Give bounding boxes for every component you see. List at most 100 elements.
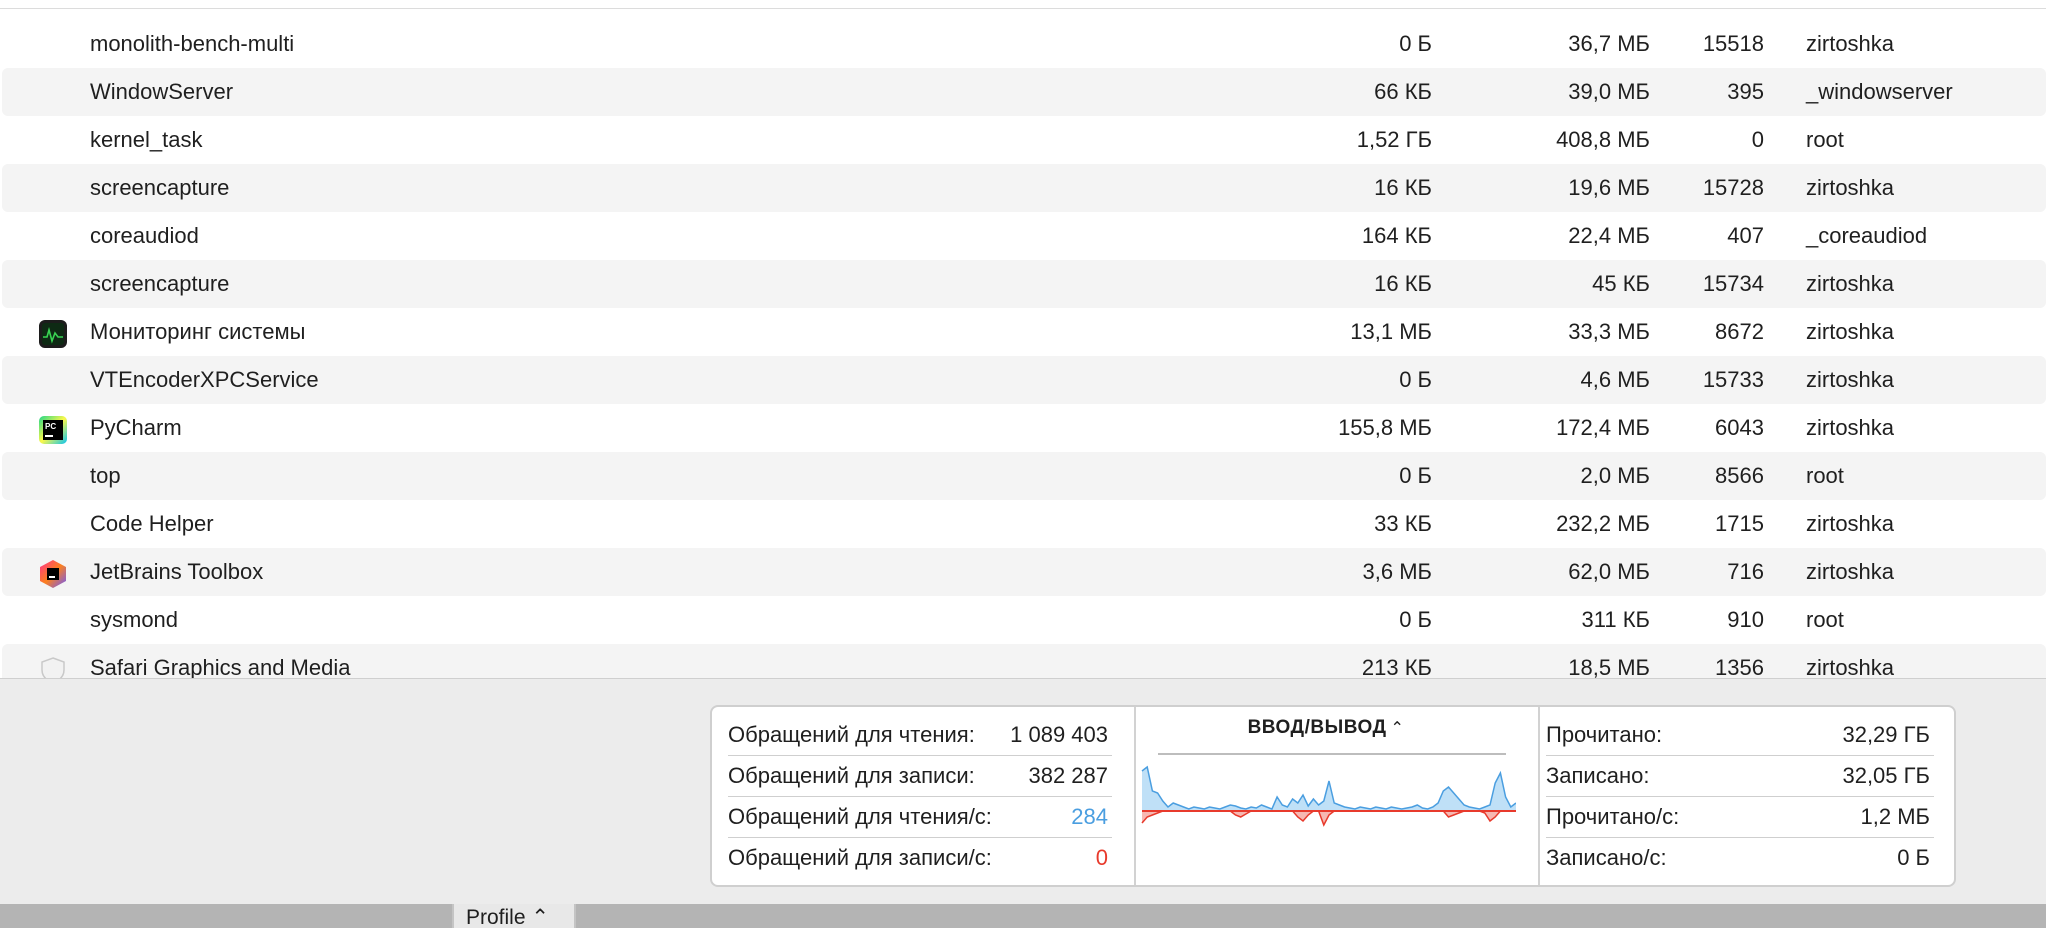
stat-label: Обращений для записи/с:	[728, 845, 992, 870]
stat-row-written-total: Записано: 32,05 ГБ	[1546, 756, 1934, 797]
process-name: Code Helper	[90, 511, 214, 536]
user: root	[1806, 127, 1844, 152]
stat-row-writes-per-sec: Обращений для записи/с: 0	[728, 838, 1112, 878]
bytes-written: 0 Б	[1399, 31, 1432, 56]
bytes-written: 66 КБ	[1374, 79, 1432, 104]
table-row[interactable]: VTEncoderXPCService 0 Б 4,6 МБ 15733 zirtosh…	[2, 356, 2046, 404]
stat-value: 1 089 403	[1010, 722, 1108, 747]
window-bottom-bar	[0, 904, 2046, 928]
pid: 1356	[1715, 655, 1764, 680]
table-row[interactable]: PC PyCharm 155,8 МБ 172,4 МБ 6043 zirtoshka	[2, 404, 2046, 452]
user: root	[1806, 463, 1844, 488]
user: zirtoshka	[1806, 655, 1895, 680]
bytes-read: 408,8 МБ	[1556, 127, 1650, 152]
table-row[interactable]: coreaudiod 164 КБ 22,4 МБ 407 _coreaudiod	[2, 212, 2046, 260]
bytes-written: 1,52 ГБ	[1356, 127, 1432, 152]
stat-value: 0	[1095, 845, 1108, 870]
table-row[interactable]: sysmond 0 Б 311 КБ 910 root	[2, 596, 2046, 644]
process-name: Мониторинг системы	[90, 319, 306, 344]
divider	[1538, 707, 1540, 885]
process-name: monolith-bench-multi	[90, 31, 295, 56]
stat-row-read-total: Прочитано: 32,29 ГБ	[1546, 715, 1934, 756]
bytes-read: 232,2 МБ	[1556, 511, 1650, 536]
table-row[interactable]: kernel_task 1,52 ГБ 408,8 МБ 0 root	[2, 116, 2046, 164]
io-graph: ВВОД/ВЫВОД ⌃	[1136, 707, 1516, 885]
table-row[interactable]: top 0 Б 2,0 МБ 8566 root	[2, 452, 2046, 500]
bytes-written: 16 КБ	[1374, 175, 1432, 200]
bytes-written: 155,8 МБ	[1338, 415, 1432, 440]
safari-shield-icon	[38, 655, 68, 680]
bytes-read: 19,6 МБ	[1568, 175, 1650, 200]
bytes-written: 213 КБ	[1361, 655, 1432, 680]
stat-label: Обращений для записи:	[728, 763, 975, 788]
bytes-written: 0 Б	[1399, 367, 1432, 392]
pid: 910	[1727, 607, 1764, 632]
bytes-written: 13,1 МБ	[1350, 319, 1432, 344]
stat-label: Прочитано/с:	[1546, 804, 1680, 829]
table-row[interactable]: JetBrains Toolbox 3,6 МБ 62,0 МБ 716 zirtosh…	[2, 548, 2046, 596]
user: zirtoshka	[1806, 175, 1895, 200]
bytes-written: 0 Б	[1399, 607, 1432, 632]
jetbrains-toolbox-icon	[38, 559, 68, 589]
process-name: coreaudiod	[90, 223, 199, 248]
pid: 395	[1727, 79, 1764, 104]
activity-monitor-icon	[38, 319, 68, 349]
user: zirtoshka	[1806, 271, 1895, 296]
bytes-read: 311 КБ	[1581, 607, 1650, 632]
stat-label: Прочитано:	[1546, 722, 1663, 747]
disk-stats-box: Обращений для чтения: 1 089 403 Обращени…	[710, 705, 1956, 887]
process-name: Safari Graphics and Media	[90, 655, 351, 680]
user: _windowserver	[1806, 79, 1953, 104]
bytes-written: 0 Б	[1399, 463, 1432, 488]
table-row[interactable]: screencapture 16 КБ 19,6 МБ 15728 zirtoshka	[2, 164, 2046, 212]
process-name: PyCharm	[90, 415, 182, 440]
process-name: screencapture	[90, 271, 230, 296]
stat-value: 0 Б	[1897, 845, 1930, 870]
pycharm-icon: PC	[38, 415, 68, 445]
graph-mode-selector[interactable]: ВВОД/ВЫВОД ⌃	[1136, 717, 1516, 739]
process-name: WindowServer	[90, 79, 234, 104]
user: zirtoshka	[1806, 511, 1895, 536]
process-name: top	[90, 463, 121, 488]
pid: 716	[1727, 559, 1764, 584]
pid: 0	[1751, 127, 1764, 152]
bytes-written: 164 КБ	[1361, 223, 1432, 248]
user: _coreaudiod	[1806, 223, 1928, 248]
bytes-written: 3,6 МБ	[1362, 559, 1432, 584]
pid: 8672	[1715, 319, 1764, 344]
table-row[interactable]: Мониторинг системы 13,1 МБ 33,3 МБ 8672 zirt…	[2, 308, 2046, 356]
table-row[interactable]: Code Helper 33 КБ 232,2 МБ 1715 zirtoshka	[2, 500, 2046, 548]
bottom-stats-panel: Обращений для чтения: 1 089 403 Обращени…	[0, 678, 2046, 913]
user: zirtoshka	[1806, 559, 1895, 584]
pid: 6043	[1715, 415, 1764, 440]
stat-value: 32,05 ГБ	[1842, 763, 1930, 788]
profile-button[interactable]: Profile ⌃	[452, 904, 576, 928]
bytes-written: 33 КБ	[1374, 511, 1432, 536]
bytes-read: 45 КБ	[1592, 271, 1650, 296]
pid: 15733	[1702, 367, 1764, 392]
bytes-read: 62,0 МБ	[1568, 559, 1650, 584]
user: zirtoshka	[1806, 319, 1895, 344]
process-name: kernel_task	[90, 127, 203, 152]
bytes-read: 4,6 МБ	[1580, 367, 1650, 392]
stat-row-read-per-sec: Прочитано/с: 1,2 МБ	[1546, 797, 1934, 838]
pid: 407	[1727, 223, 1764, 248]
process-name: sysmond	[90, 607, 179, 632]
svg-text:PC: PC	[45, 422, 56, 431]
pid: 8566	[1715, 463, 1764, 488]
io-chart	[1141, 765, 1516, 827]
bytes-read: 22,4 МБ	[1568, 223, 1650, 248]
stat-value: 1,2 МБ	[1860, 804, 1930, 829]
pid: 15518	[1702, 31, 1764, 56]
stat-label: Записано:	[1546, 763, 1650, 788]
process-table[interactable]: monolith-bench-multi 0 Б 36,7 МБ 15518 zirto…	[0, 20, 2046, 680]
table-row[interactable]: screencapture 16 КБ 45 КБ 15734 zirtoshka	[2, 260, 2046, 308]
table-row[interactable]: Safari Graphics and Media 213 КБ 18,5 МБ 13…	[2, 644, 2046, 680]
bytes-read: 2,0 МБ	[1580, 463, 1650, 488]
pid: 15728	[1702, 175, 1764, 200]
bytes-read: 39,0 МБ	[1568, 79, 1650, 104]
table-row[interactable]: monolith-bench-multi 0 Б 36,7 МБ 15518 zirto…	[2, 20, 2046, 68]
table-row[interactable]: WindowServer 66 КБ 39,0 МБ 395 _windowserver	[2, 68, 2046, 116]
stat-row-reads: Обращений для чтения: 1 089 403	[728, 715, 1112, 756]
stat-value: 32,29 ГБ	[1842, 722, 1930, 747]
